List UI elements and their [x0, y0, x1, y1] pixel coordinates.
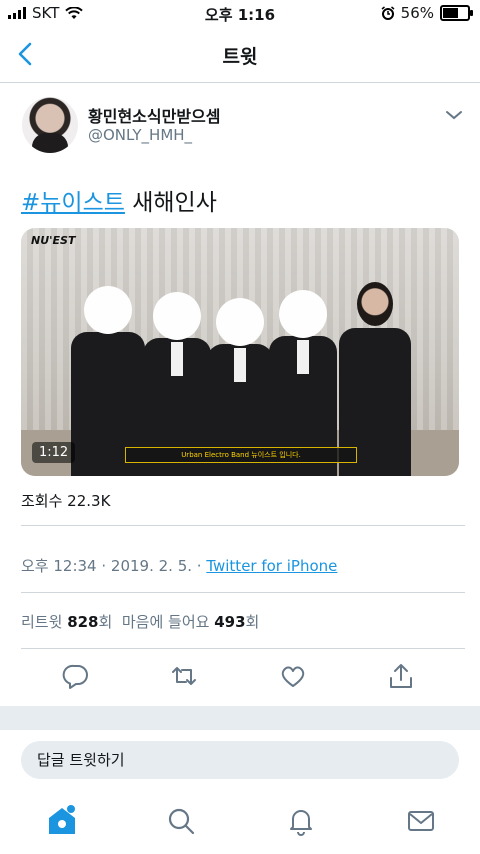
retweets-unit: 회 — [98, 613, 113, 631]
author-name[interactable]: 황민현소식만받으셈 — [88, 103, 220, 127]
chevron-down-icon[interactable] — [444, 108, 464, 122]
hashtag-link[interactable]: #뉴이스트 — [21, 190, 125, 216]
tweet-stats: 리트윗 828회 마음에 들어요 493회 — [21, 611, 259, 632]
nav-bar: 트윗 — [0, 26, 480, 83]
likes-label: 마음에 들어요 — [121, 613, 210, 631]
divider — [21, 592, 465, 593]
reply-icon[interactable] — [62, 662, 90, 690]
retweets-label: 리트윗 — [21, 613, 63, 631]
video-logo: NU'EST — [31, 234, 76, 247]
divider — [21, 648, 465, 649]
alarm-icon — [381, 6, 395, 20]
like-heart-icon[interactable] — [279, 662, 307, 690]
tweet-meta: 오후 12:34 · 2019. 2. 5. · Twitter for iPh… — [21, 555, 337, 576]
video-player[interactable]: NU'EST Urban Electro Band 뉴이스트 입니다. 1:12 — [21, 228, 459, 476]
tweet-text-rest: 새해인사 — [124, 190, 217, 216]
video-caption: Urban Electro Band 뉴이스트 입니다. — [125, 447, 357, 463]
battery-icon — [440, 5, 473, 21]
search-tab-icon[interactable] — [166, 806, 196, 836]
retweet-icon[interactable] — [170, 662, 198, 690]
avatar[interactable] — [22, 97, 78, 153]
reply-input[interactable]: 답글 트윗하기 — [21, 741, 459, 779]
section-separator — [0, 706, 480, 730]
author-handle[interactable]: @ONLY_HMH_ — [88, 126, 192, 144]
source-link[interactable]: Twitter for iPhone — [206, 557, 337, 575]
notifications-tab-icon[interactable] — [286, 806, 316, 836]
view-count: 조회수 22.3K — [21, 492, 111, 510]
divider — [21, 525, 465, 526]
likes-unit: 회 — [245, 613, 260, 631]
status-bar: SKT 오후 1:16 56% — [0, 0, 480, 26]
messages-tab-icon[interactable] — [406, 806, 436, 836]
likes-count[interactable]: 493 — [214, 613, 245, 631]
status-right: 56% — [381, 4, 473, 22]
tweet-text: #뉴이스트 새해인사 — [21, 183, 217, 217]
share-icon[interactable] — [387, 662, 415, 690]
tweet-timestamp: 오후 12:34 · 2019. 2. 5. · — [21, 557, 207, 575]
page-title: 트윗 — [222, 46, 258, 68]
battery-percent: 56% — [400, 4, 434, 22]
retweets-count[interactable]: 828 — [67, 613, 98, 631]
home-tab-icon[interactable] — [46, 802, 78, 836]
video-duration: 1:12 — [32, 442, 76, 463]
